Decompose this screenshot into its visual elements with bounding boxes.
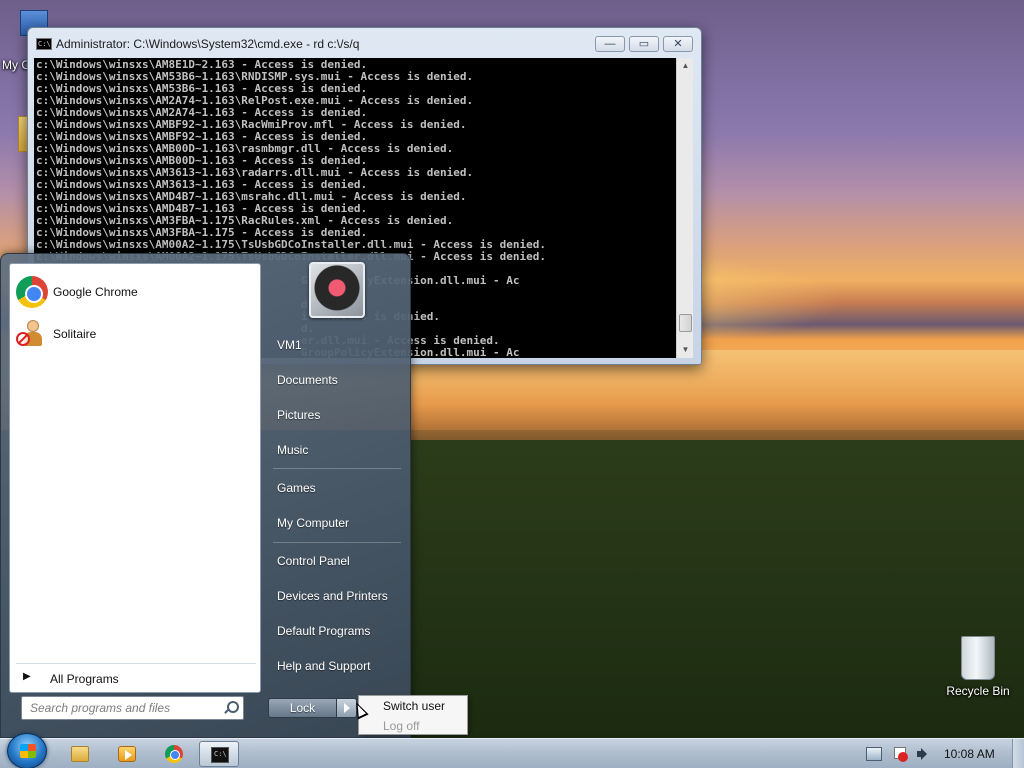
desktop-icon-my-computer[interactable]: My C — [0, 10, 48, 72]
taskbar-explorer-button[interactable] — [60, 741, 100, 767]
start-menu-programs-pane: Google Chrome Solitaire ▶ All Programs — [9, 263, 261, 693]
taskbar-chrome-button[interactable] — [154, 741, 194, 767]
maximize-button[interactable]: ▭ — [629, 36, 659, 52]
start-button[interactable] — [7, 733, 47, 768]
divider — [273, 542, 401, 543]
cmd-icon[interactable]: C:\ — [36, 38, 52, 50]
user-avatar[interactable] — [309, 262, 365, 318]
media-player-icon — [118, 746, 136, 762]
divider — [273, 468, 401, 469]
start-item-help-and-support[interactable]: Help and Support — [277, 659, 370, 673]
all-programs-label: All Programs — [50, 672, 119, 686]
explorer-icon — [71, 746, 89, 762]
network-icon[interactable] — [866, 747, 882, 761]
recycle-bin-icon — [961, 636, 995, 680]
windows-logo-icon — [20, 744, 36, 758]
cmd-titlebar[interactable]: C:\ Administrator: C:\Windows\System32\c… — [28, 28, 701, 58]
search-icon[interactable] — [222, 700, 239, 716]
taskbar-media-player-button[interactable] — [107, 741, 147, 767]
scrollbar-thumb[interactable] — [679, 314, 692, 332]
menu-item-log-off[interactable]: Log off — [383, 719, 419, 733]
cmd-icon: C:\ — [211, 747, 229, 763]
minimize-button[interactable]: — — [595, 36, 625, 52]
triangle-right-icon: ▶ — [23, 671, 31, 682]
solitaire-icon — [16, 318, 48, 350]
start-item-music[interactable]: Music — [277, 443, 308, 457]
program-solitaire[interactable]: Solitaire — [13, 316, 258, 352]
start-item-default-programs[interactable]: Default Programs — [277, 624, 370, 638]
chevron-right-icon — [344, 703, 350, 713]
recycle-bin-label: Recycle Bin — [946, 684, 1010, 698]
start-item-vm1[interactable]: VM1 — [277, 338, 302, 352]
desktop-icon-recycle-bin[interactable]: Recycle Bin — [940, 636, 1016, 698]
lock-button[interactable]: Lock — [268, 698, 337, 718]
console-scrollbar[interactable]: ▲ ▼ — [676, 58, 693, 358]
start-search-box[interactable] — [21, 696, 244, 720]
program-google-chrome[interactable]: Google Chrome — [13, 274, 258, 310]
search-input[interactable] — [22, 697, 218, 719]
menu-item-switch-user[interactable]: Switch user — [383, 699, 445, 713]
volume-icon[interactable] — [916, 747, 932, 761]
taskbar: C:\ 10:08 AM — [0, 733, 1024, 768]
chrome-icon — [16, 276, 48, 308]
divider — [16, 663, 256, 664]
taskbar-clock[interactable]: 10:08 AM — [944, 747, 995, 761]
cmd-window-title: Administrator: C:\Windows\System32\cmd.e… — [56, 37, 360, 51]
scroll-up-icon[interactable]: ▲ — [677, 58, 694, 74]
maximize-icon: ▭ — [638, 38, 650, 50]
desktop-icon-label: My C — [2, 58, 30, 72]
start-item-documents[interactable]: Documents — [277, 373, 338, 387]
start-item-devices-and-printers[interactable]: Devices and Printers — [277, 589, 388, 603]
taskbar-cmd-button[interactable]: C:\ — [199, 741, 239, 767]
close-icon: ✕ — [673, 38, 683, 50]
start-item-games[interactable]: Games — [277, 481, 316, 495]
start-menu: Google Chrome Solitaire ▶ All Programs V… — [0, 253, 411, 738]
program-label: Google Chrome — [53, 285, 138, 299]
scroll-down-icon[interactable]: ▼ — [677, 342, 694, 358]
program-label: Solitaire — [53, 327, 97, 341]
start-item-my-computer[interactable]: My Computer — [277, 516, 349, 530]
start-item-control-panel[interactable]: Control Panel — [277, 554, 350, 568]
action-center-flag-icon[interactable] — [892, 747, 908, 762]
start-item-pictures[interactable]: Pictures — [277, 408, 320, 422]
close-button[interactable]: ✕ — [663, 36, 693, 52]
chrome-icon — [165, 745, 183, 763]
all-programs-button[interactable]: ▶ All Programs — [13, 666, 258, 690]
minimize-icon: — — [604, 38, 616, 50]
show-desktop-button[interactable] — [1012, 739, 1024, 768]
power-submenu: Switch user Log off — [358, 695, 468, 735]
